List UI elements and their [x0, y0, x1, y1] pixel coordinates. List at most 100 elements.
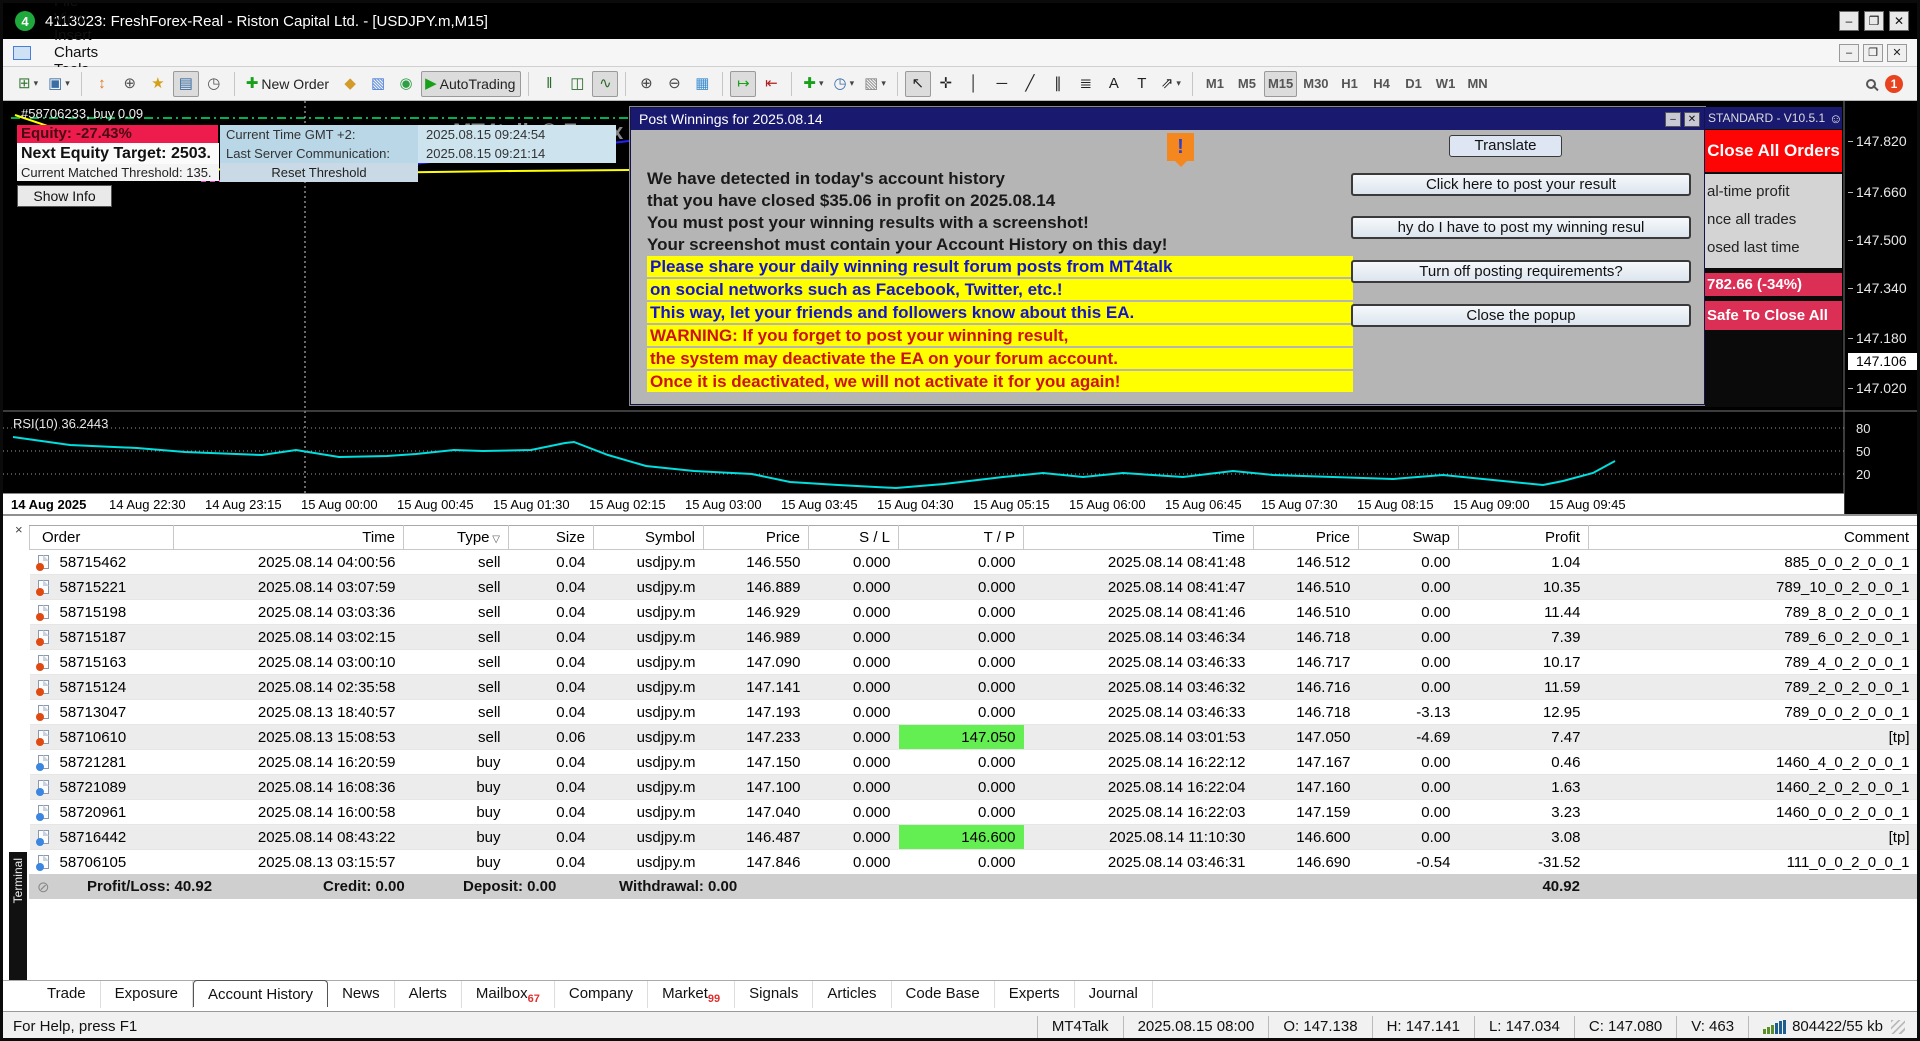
- period-m15[interactable]: M15: [1264, 71, 1297, 97]
- child-close-button[interactable]: ✕: [1887, 44, 1907, 62]
- column-header-time[interactable]: Time: [174, 526, 404, 550]
- close-popup-button[interactable]: Close the popup: [1351, 304, 1691, 327]
- navigator-toggle-button[interactable]: ⊕: [117, 71, 143, 97]
- period-m1[interactable]: M1: [1200, 71, 1230, 97]
- history-row[interactable]: 587151242025.08.14 02:35:58sell0.04usdjp…: [30, 675, 1918, 700]
- crosshair-button[interactable]: ✛: [933, 71, 959, 97]
- tab-account-history[interactable]: Account History: [193, 980, 328, 1007]
- market-watch-toggle-button[interactable]: ↕: [89, 71, 115, 97]
- profiles-button[interactable]: ▣▾: [44, 71, 74, 97]
- new-chart-button[interactable]: ⊞▾: [14, 71, 42, 97]
- history-row[interactable]: 587154622025.08.14 04:00:56sell0.04usdjp…: [30, 550, 1918, 575]
- community-button[interactable]: ▧: [365, 71, 391, 97]
- show-info-button[interactable]: Show Info: [17, 185, 112, 207]
- column-header-swap[interactable]: Swap: [1359, 526, 1459, 550]
- channel-button[interactable]: ∥: [1045, 71, 1071, 97]
- turn-off-posting-button[interactable]: Turn off posting requirements?: [1351, 260, 1691, 283]
- post-result-button[interactable]: Click here to post your result: [1351, 173, 1691, 196]
- period-m30[interactable]: M30: [1299, 71, 1332, 97]
- column-header-tp[interactable]: T / P: [899, 526, 1024, 550]
- column-header-price[interactable]: Price: [704, 526, 809, 550]
- terminal-close-icon[interactable]: ×: [15, 522, 23, 537]
- signals-button[interactable]: ◉: [393, 71, 419, 97]
- column-header-sl[interactable]: S / L: [809, 526, 899, 550]
- menu-insert[interactable]: Insert: [41, 27, 120, 44]
- close-all-orders-button[interactable]: Close All Orders: [1705, 130, 1842, 172]
- tile-windows-button[interactable]: ▦: [689, 71, 715, 97]
- zoom-in-button[interactable]: ⊕: [633, 71, 659, 97]
- period-h4[interactable]: H4: [1367, 71, 1397, 97]
- history-row[interactable]: 587152212025.08.14 03:07:59sell0.04usdjp…: [30, 575, 1918, 600]
- data-window-button[interactable]: ◷: [201, 71, 227, 97]
- column-header-order[interactable]: Order: [30, 526, 174, 550]
- new-order-button[interactable]: ✚New Order: [242, 71, 335, 97]
- fibonacci-button[interactable]: ≣: [1073, 71, 1099, 97]
- column-header-type[interactable]: Type ▽: [404, 526, 509, 550]
- label-button[interactable]: T: [1129, 71, 1155, 97]
- column-header-symbol[interactable]: Symbol: [594, 526, 704, 550]
- tab-experts[interactable]: Experts: [995, 981, 1075, 1008]
- menu-charts[interactable]: Charts: [41, 44, 120, 61]
- column-header-size[interactable]: Size: [509, 526, 594, 550]
- period-m5[interactable]: M5: [1232, 71, 1262, 97]
- period-h1[interactable]: H1: [1335, 71, 1365, 97]
- dialog-title-bar[interactable]: Post Winnings for 2025.08.14 – ✕: [631, 108, 1704, 130]
- minimize-button[interactable]: –: [1839, 11, 1859, 31]
- tab-market[interactable]: Market99: [648, 981, 735, 1008]
- resize-grip[interactable]: [1891, 1020, 1905, 1034]
- horizontal-line-button[interactable]: ─: [989, 71, 1015, 97]
- templates-button[interactable]: ▧▾: [860, 71, 890, 97]
- column-header-price[interactable]: Price: [1254, 526, 1359, 550]
- history-row[interactable]: 587061052025.08.13 03:15:57buy0.04usdjpy…: [30, 850, 1918, 875]
- search-button[interactable]: [1858, 71, 1884, 97]
- tab-exposure[interactable]: Exposure: [101, 981, 193, 1008]
- bar-chart-button[interactable]: ‖: [536, 71, 562, 97]
- vertical-line-button[interactable]: │: [961, 71, 987, 97]
- period-w1[interactable]: W1: [1431, 71, 1461, 97]
- history-row[interactable]: 587151982025.08.14 03:03:36sell0.04usdjp…: [30, 600, 1918, 625]
- history-row[interactable]: 587151872025.08.14 03:02:15sell0.04usdjp…: [30, 625, 1918, 650]
- menu-file[interactable]: File: [41, 0, 120, 10]
- tab-journal[interactable]: Journal: [1075, 981, 1153, 1008]
- auto-scroll-button[interactable]: ↦: [730, 71, 756, 97]
- candle-chart-button[interactable]: ◫: [564, 71, 590, 97]
- translate-button[interactable]: Translate: [1449, 135, 1562, 157]
- period-mn[interactable]: MN: [1463, 71, 1493, 97]
- tab-alerts[interactable]: Alerts: [395, 981, 462, 1008]
- tab-articles[interactable]: Articles: [813, 981, 891, 1008]
- column-header-comment[interactable]: Comment: [1589, 526, 1918, 550]
- menu-view[interactable]: View: [41, 10, 120, 27]
- dialog-close-icon[interactable]: ✕: [1684, 112, 1700, 127]
- periods-list-button[interactable]: ◷▾: [830, 71, 859, 97]
- history-row[interactable]: 587130472025.08.13 18:40:57sell0.04usdjp…: [30, 700, 1918, 725]
- tab-news[interactable]: News: [328, 981, 395, 1008]
- history-row[interactable]: 587212812025.08.14 16:20:59buy0.04usdjpy…: [30, 750, 1918, 775]
- expert-advisors-button[interactable]: ◆: [337, 71, 363, 97]
- cursor-button[interactable]: ↖: [905, 71, 931, 97]
- favorites-button[interactable]: ★: [145, 71, 171, 97]
- child-restore-button[interactable]: ❐: [1863, 44, 1883, 62]
- text-button[interactable]: A: [1101, 71, 1127, 97]
- tab-signals[interactable]: Signals: [735, 981, 813, 1008]
- autotrading-button[interactable]: ▶AutoTrading: [421, 71, 521, 97]
- dialog-minimize-button[interactable]: –: [1665, 112, 1681, 127]
- trendline-button[interactable]: ╱: [1017, 71, 1043, 97]
- child-minimize-button[interactable]: –: [1839, 44, 1859, 62]
- close-button[interactable]: ✕: [1889, 11, 1909, 31]
- period-d1[interactable]: D1: [1399, 71, 1429, 97]
- history-row[interactable]: 587209612025.08.14 16:00:58buy0.04usdjpy…: [30, 800, 1918, 825]
- reset-threshold-button[interactable]: Reset Threshold: [220, 163, 418, 182]
- column-header-time[interactable]: Time: [1024, 526, 1254, 550]
- history-row[interactable]: 587106102025.08.13 15:08:53sell0.06usdjp…: [30, 725, 1918, 750]
- terminal-toggle-button[interactable]: ▤: [173, 71, 199, 97]
- line-chart-button[interactable]: ∿: [592, 71, 618, 97]
- why-post-button[interactable]: hy do I have to post my winning resul: [1351, 216, 1691, 239]
- chart-area[interactable]: #58706233, buy 0.09 MT4talk © Forex Equi…: [3, 101, 1920, 514]
- history-row[interactable]: 587151632025.08.14 03:00:10sell0.04usdjp…: [30, 650, 1918, 675]
- history-row[interactable]: 587164422025.08.14 08:43:22buy0.04usdjpy…: [30, 825, 1918, 850]
- tab-company[interactable]: Company: [555, 981, 648, 1008]
- tab-mailbox[interactable]: Mailbox67: [462, 981, 555, 1008]
- tab-trade[interactable]: Trade: [33, 981, 101, 1008]
- tab-code-base[interactable]: Code Base: [892, 981, 995, 1008]
- column-header-profit[interactable]: Profit: [1459, 526, 1589, 550]
